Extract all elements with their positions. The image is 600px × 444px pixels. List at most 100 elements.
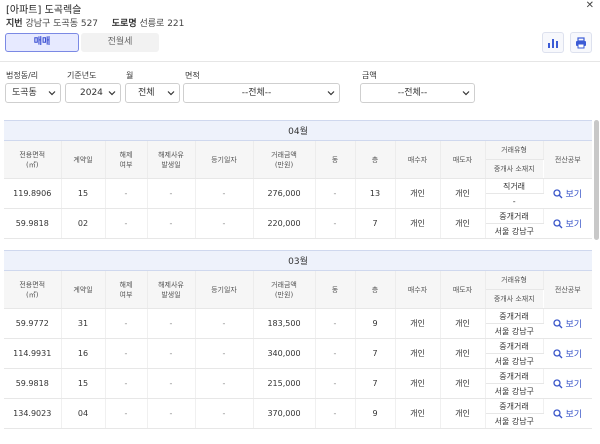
area-select[interactable]: --전체-- xyxy=(183,83,340,103)
cell-dong: - xyxy=(315,178,356,209)
view-label: 보기 xyxy=(565,220,583,230)
cell-ledger: 보기 xyxy=(543,338,592,369)
table-row[interactable]: 134.9023 04 - - - 370,000 - 9 개인 개인 중개거래… xyxy=(4,398,592,429)
view-label: 보기 xyxy=(565,380,583,390)
cell-broker-loc: 서울 강남구 xyxy=(485,323,543,339)
view-link[interactable]: 보기 xyxy=(553,189,583,200)
table-row[interactable]: 59.9772 31 - - - 183,500 - 9 개인 개인 중개거래 … xyxy=(4,308,592,339)
dong-label: 법정동/리 xyxy=(6,71,39,80)
table-row[interactable]: 119.8906 15 - - - 276,000 - 13 개인 개인 직거래… xyxy=(4,178,592,209)
cell-seller: 개인 xyxy=(440,398,486,429)
magnifier-icon xyxy=(553,409,563,419)
divider xyxy=(0,61,600,62)
view-label: 보기 xyxy=(565,320,583,330)
table-header-row: 전용면적 (㎡) 계약일 해제 여부 해제사유 발생일 등기일자 거래금액 (만원) 동… xyxy=(4,270,592,309)
view-label: 보기 xyxy=(565,410,583,420)
col-cancel: 해제 여부 xyxy=(105,140,148,179)
chevron-down-icon xyxy=(327,91,335,96)
cell-cancel: - xyxy=(105,308,148,339)
cell-ledger: 보기 xyxy=(543,208,592,239)
chart-button[interactable] xyxy=(542,32,564,53)
view-link[interactable]: 보기 xyxy=(553,379,583,390)
scrollbar[interactable] xyxy=(594,120,599,240)
transactions-scroll[interactable]: 04월 전용면적 (㎡) 계약일 해제 여부 해제사유 발생일 등기일자 거래금액 (만… xyxy=(4,120,592,444)
cell-floor: 7 xyxy=(355,208,396,239)
col-building: 동 xyxy=(315,140,356,179)
col-seller: 매도자 xyxy=(440,270,486,309)
cell-amount: 183,500 xyxy=(253,308,316,339)
cell-deal-type: 중개거래 xyxy=(485,308,544,324)
cell-day: 15 xyxy=(61,368,106,399)
table-row[interactable]: 59.9818 02 - - - 220,000 - 7 개인 개인 중개거래 … xyxy=(4,208,592,239)
month-select[interactable]: 전체 xyxy=(125,83,180,103)
cell-dong: - xyxy=(315,208,356,239)
area-value: --전체-- xyxy=(241,88,272,98)
cell-area: 59.9818 xyxy=(4,208,62,239)
col-seller: 매도자 xyxy=(440,140,486,179)
cell-reg: - xyxy=(195,368,254,399)
view-link[interactable]: 보기 xyxy=(553,409,583,420)
cell-seller: 개인 xyxy=(440,368,486,399)
col-contract-day: 계약일 xyxy=(61,270,106,309)
cell-day: 04 xyxy=(61,398,106,429)
deal-tabs: 매매 전월세 xyxy=(5,33,159,52)
view-link[interactable]: 보기 xyxy=(553,349,582,360)
magnifier-icon xyxy=(553,219,563,229)
cell-seller: 개인 xyxy=(440,178,486,209)
tab-rent[interactable]: 전월세 xyxy=(81,33,159,52)
cell-seller: 개인 xyxy=(440,308,486,339)
bar-chart-icon xyxy=(548,39,558,48)
col-area: 전용면적 (㎡) xyxy=(4,140,62,179)
dong-value: 도곡동 xyxy=(12,88,37,98)
magnifier-icon xyxy=(553,319,563,329)
table-row[interactable]: 59.9818 15 - - - 215,000 - 7 개인 개인 중개거래 … xyxy=(4,368,592,399)
chevron-down-icon xyxy=(48,91,56,96)
chevron-down-icon xyxy=(167,91,175,96)
col-broker-loc: 중개사 소재지 xyxy=(485,159,543,179)
col-cancel: 해제 여부 xyxy=(105,270,148,309)
cell-buyer: 개인 xyxy=(395,208,441,239)
col-area: 전용면적 (㎡) xyxy=(4,270,62,309)
view-link[interactable]: 보기 xyxy=(553,219,583,230)
cell-cancel: - xyxy=(105,208,148,239)
cell-buyer: 개인 xyxy=(395,398,441,429)
view-link[interactable]: 보기 xyxy=(553,319,583,330)
cell-seller: 개인 xyxy=(440,338,486,369)
cell-ledger: 보기 xyxy=(543,398,592,429)
cell-day: 31 xyxy=(61,308,106,339)
cell-broker-loc: - xyxy=(485,193,543,209)
cell-reg: - xyxy=(195,308,254,339)
road-label: 도로명 xyxy=(111,19,137,29)
close-icon[interactable]: ✕ xyxy=(586,0,594,11)
cell-cancel: - xyxy=(105,338,148,369)
cell-day: 15 xyxy=(61,178,106,209)
print-button[interactable] xyxy=(570,32,592,53)
header: [아파트] 도곡렉슬 ✕ 지번 강남구 도곡동 527 도로명 선릉로 221 xyxy=(0,0,600,29)
printer-icon xyxy=(576,37,586,49)
dong-select[interactable]: 도곡동 xyxy=(5,83,61,103)
col-deal-type: 거래유형 xyxy=(485,140,544,160)
address-line: 지번 강남구 도곡동 527 도로명 선릉로 221 xyxy=(6,16,184,29)
cell-floor: 9 xyxy=(355,308,396,339)
cell-broker-loc: 서울 강남구 xyxy=(485,223,543,239)
cell-area: 114.9931 xyxy=(4,338,62,369)
col-buyer: 매수자 xyxy=(395,140,441,179)
cell-floor: 7 xyxy=(355,368,396,399)
cell-buyer: 개인 xyxy=(395,368,441,399)
amount-select[interactable]: --전체-- xyxy=(360,83,475,103)
cell-ledger: 보기 xyxy=(543,308,592,339)
cell-broker-loc: 서울 강남구 xyxy=(485,413,543,429)
col-reg-date: 등기일자 xyxy=(195,270,254,309)
cell-deal-type: 중개거래 xyxy=(485,368,544,384)
table-row[interactable]: 114.9931 16 - - - 340,000 - 7 개인 개인 중개거래… xyxy=(4,338,592,369)
col-deal-type: 거래유형 xyxy=(485,270,544,290)
road-value: 선릉로 221 xyxy=(139,19,185,29)
month-label: 월 xyxy=(126,71,134,80)
tab-sale[interactable]: 매매 xyxy=(5,33,79,52)
cell-area: 119.8906 xyxy=(4,178,62,209)
cell-reg: - xyxy=(195,398,254,429)
cell-deal-type: 직거래 xyxy=(485,178,544,194)
cell-dong: - xyxy=(315,308,356,339)
year-select[interactable]: 2024 xyxy=(65,83,121,103)
view-label: 보기 xyxy=(565,190,583,200)
